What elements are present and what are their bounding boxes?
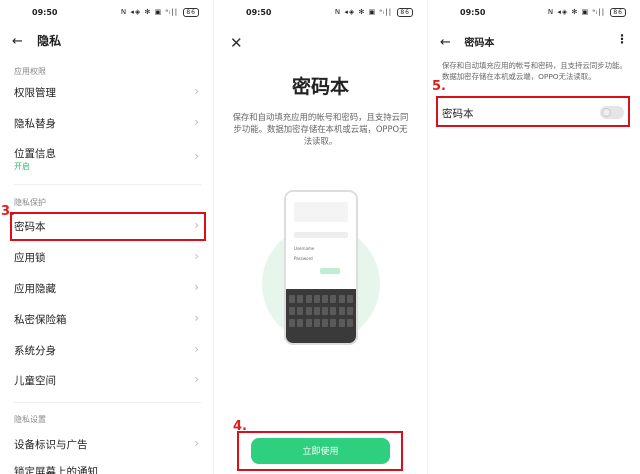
step-3-highlight <box>10 212 206 241</box>
chevron-right-icon: › <box>194 280 199 294</box>
page-title: 密码本 <box>464 38 495 49</box>
phone-illustration: Username Password <box>284 190 358 345</box>
divider <box>14 184 201 185</box>
section-title-app-permissions: 应用权限 <box>14 67 46 76</box>
password-book-intro-screen: 09:50 N ◂◈ ✻ ▣ ᵃᵢ|| 86 ✕ 密码本 保存和自动填充应用的帐… <box>213 0 427 474</box>
menu-item-private-safe[interactable]: 私密保险箱 › <box>14 309 201 329</box>
chevron-right-icon: › <box>194 115 199 129</box>
status-time: 09:50 <box>32 8 58 17</box>
status-icons: N ◂◈ ✻ ▣ ᵃᵢ|| 86 <box>548 8 626 17</box>
status-time: 09:50 <box>246 8 272 17</box>
menu-item-privacy-double[interactable]: 隐私替身 › <box>14 113 201 133</box>
status-bar: 09:50 N ◂◈ ✻ ▣ ᵃᵢ|| 86 <box>0 6 213 20</box>
menu-item-app-lock[interactable]: 应用锁 › <box>14 247 201 267</box>
menu-item-label: 锁定屏幕上的通知 <box>14 466 98 474</box>
illustration-username: Username <box>294 246 315 251</box>
status-icons: N ◂◈ ✻ ▣ ᵃᵢ|| 86 <box>335 8 413 17</box>
close-icon[interactable]: ✕ <box>230 34 243 52</box>
intro-description: 保存和自动填充应用的帐号和密码，且支持云同步功能。数据加密存储在本机或云端，OP… <box>232 112 409 146</box>
settings-description: 保存和自动填充应用的帐号和密码，且支持云同步功能。数据加密存储在本机或云端，OP… <box>442 61 627 81</box>
menu-item-label: 系统分身 <box>14 345 56 357</box>
keyboard-illustration <box>286 289 356 343</box>
battery-icon: 86 <box>397 8 413 17</box>
step-5-label: 5. <box>432 79 446 94</box>
menu-item-system-clone[interactable]: 系统分身 › <box>14 340 201 360</box>
chevron-right-icon: › <box>194 342 199 356</box>
menu-item-label: 位置信息 <box>14 148 56 160</box>
menu-item-permission-manager[interactable]: 权限管理 › <box>14 82 201 102</box>
menu-item-lockscreen-notifications[interactable]: 锁定屏幕上的通知 <box>14 461 201 474</box>
battery-icon: 86 <box>610 8 626 17</box>
status-bar: 09:50 N ◂◈ ✻ ▣ ᵃᵢ|| 86 <box>428 6 640 20</box>
menu-item-label: 隐私替身 <box>14 118 56 130</box>
password-book-settings-screen: 09:50 N ◂◈ ✻ ▣ ᵃᵢ|| 86 ← 密码本 ⋮ 保存和自动填充应用… <box>427 0 640 474</box>
menu-item-label: 设备标识与广告 <box>14 439 88 451</box>
section-title-privacy-protection: 隐私保护 <box>14 198 46 207</box>
menu-item-app-hide[interactable]: 应用隐藏 › <box>14 278 201 298</box>
chevron-right-icon: › <box>194 311 199 325</box>
page-header: ← 密码本 <box>440 34 494 50</box>
menu-item-label: 权限管理 <box>14 87 56 99</box>
illustration-password: Password <box>294 256 313 261</box>
chevron-right-icon: › <box>194 372 199 386</box>
back-arrow-icon[interactable]: ← <box>12 34 23 49</box>
menu-item-location[interactable]: 位置信息 开启 › <box>14 143 201 171</box>
status-time: 09:50 <box>460 8 486 17</box>
menu-item-label: 私密保险箱 <box>14 314 67 326</box>
chevron-right-icon: › <box>194 149 199 163</box>
back-arrow-icon[interactable]: ← <box>440 35 451 50</box>
menu-item-device-id-ads[interactable]: 设备标识与广告 › <box>14 434 201 454</box>
status-icons: N ◂◈ ✻ ▣ ᵃᵢ|| 86 <box>121 8 199 17</box>
chevron-right-icon: › <box>194 249 199 263</box>
section-title-privacy-settings: 隐私设置 <box>14 415 46 424</box>
location-status: 开启 <box>14 162 30 171</box>
menu-item-label: 应用隐藏 <box>14 283 56 295</box>
page-title: 隐私 <box>37 34 62 48</box>
menu-item-label: 儿童空间 <box>14 375 56 387</box>
step-5-highlight <box>436 96 630 127</box>
chevron-right-icon: › <box>194 84 199 98</box>
status-bar: 09:50 N ◂◈ ✻ ▣ ᵃᵢ|| 86 <box>214 6 427 20</box>
more-options-icon[interactable]: ⋮ <box>616 32 628 46</box>
intro-title: 密码本 <box>291 76 349 98</box>
menu-item-label: 应用锁 <box>14 252 46 264</box>
menu-item-kids-space[interactable]: 儿童空间 › <box>14 370 201 390</box>
chevron-right-icon: › <box>194 436 199 450</box>
battery-icon: 86 <box>183 8 199 17</box>
step-4-highlight <box>237 431 403 471</box>
divider <box>14 402 201 403</box>
page-header: ← 隐私 <box>12 32 61 49</box>
